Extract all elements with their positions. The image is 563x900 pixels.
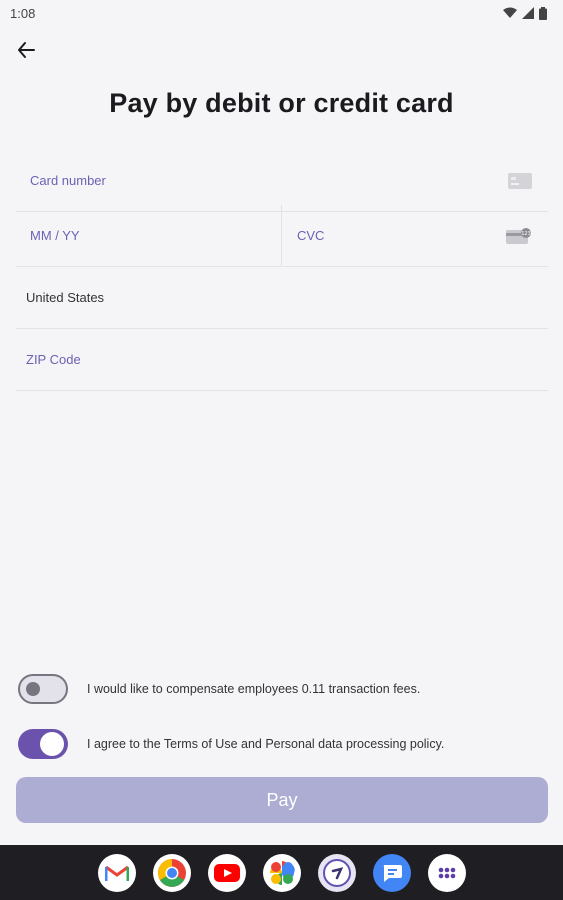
card-number-field[interactable]: Card number (16, 150, 548, 212)
gmail-icon[interactable] (97, 853, 136, 892)
arrow-back-icon (18, 42, 35, 58)
page-title: Pay by debit or credit card (109, 88, 454, 118)
compensate-fees-label: I would like to compensate employees 0.1… (87, 682, 421, 696)
back-button[interactable] (10, 34, 42, 66)
toggle-knob (40, 732, 64, 756)
pay-button[interactable]: Pay (16, 777, 548, 823)
wifi-icon (503, 7, 517, 18)
terms-agreement-row: I agree to the Terms of Use and Personal… (18, 728, 548, 760)
terms-agreement-toggle[interactable] (18, 729, 68, 759)
svg-text:123: 123 (521, 231, 531, 237)
credit-card-icon (508, 172, 532, 189)
app-icon[interactable] (317, 853, 356, 892)
youtube-icon[interactable] (207, 853, 246, 892)
messages-icon[interactable] (372, 853, 411, 892)
card-number-placeholder: Card number (30, 173, 106, 188)
terms-agreement-label: I agree to the Terms of Use and Personal… (87, 737, 445, 751)
app-dock (0, 845, 563, 900)
battery-icon (539, 6, 547, 20)
compensate-fees-toggle[interactable] (18, 674, 68, 704)
status-bar: 1:08 (0, 0, 563, 26)
status-time: 1:08 (10, 5, 36, 21)
cvc-card-icon: 123 (506, 227, 531, 244)
cvc-placeholder: CVC (297, 228, 325, 243)
cvc-field[interactable]: CVC 123 (283, 205, 548, 267)
country-value: United States (26, 290, 105, 305)
status-icons (503, 6, 547, 20)
toggle-knob (26, 682, 40, 696)
country-select[interactable]: United States (16, 267, 548, 329)
app-drawer-icon[interactable] (427, 853, 466, 892)
zip-code-field[interactable]: ZIP Code (16, 329, 548, 391)
expiry-field[interactable]: MM / YY (16, 205, 282, 267)
photos-icon[interactable] (262, 853, 301, 892)
expiry-placeholder: MM / YY (30, 228, 80, 243)
chrome-icon[interactable] (152, 853, 191, 892)
compensate-fees-row: I would like to compensate employees 0.1… (18, 673, 548, 705)
signal-icon (522, 7, 534, 19)
zip-code-placeholder: ZIP Code (26, 352, 81, 367)
